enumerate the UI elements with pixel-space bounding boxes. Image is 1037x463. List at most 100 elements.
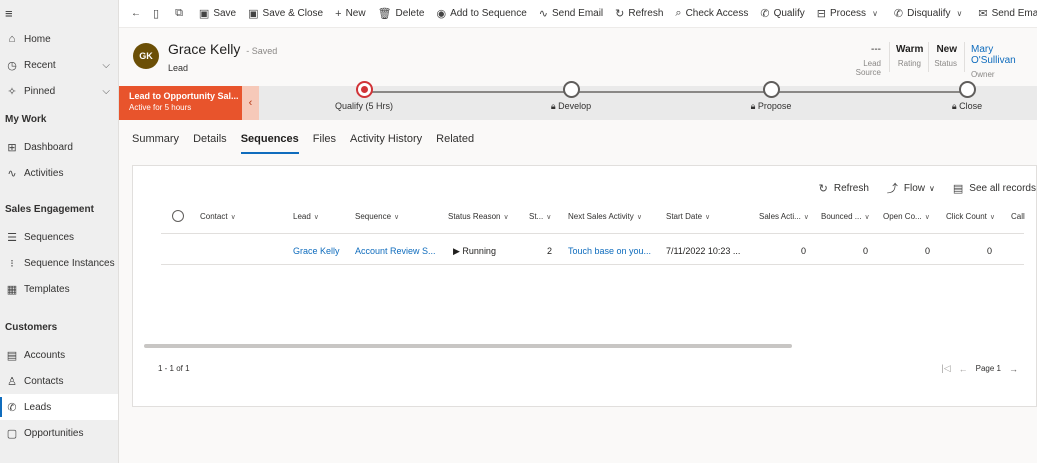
sidebar-item-opportunities[interactable]: ▢ Opportunities: [0, 420, 118, 446]
chevron-down-icon: ∨: [705, 214, 711, 221]
dashboard-icon: ⊞: [7, 141, 17, 154]
tab-activity-history[interactable]: Activity History: [350, 128, 422, 154]
page-number: Page 1: [975, 364, 1001, 373]
list-icon: ☰: [7, 231, 17, 244]
prev-page-icon[interactable]: ←: [959, 364, 968, 374]
cell-sequence-link[interactable]: Account Review S...: [355, 246, 436, 256]
form-view-button[interactable]: ▯: [147, 0, 169, 27]
sequences-subgrid: ↻ Refresh ⤴ Flow ∨ ▤ See all records Contact…: [132, 165, 1037, 407]
stage-propose[interactable]: 🔒︎ Propose: [731, 81, 811, 112]
tab-files[interactable]: Files: [313, 128, 336, 154]
sequence-icon: ⁝: [10, 257, 14, 270]
stage-close[interactable]: 🔒︎ Close: [937, 81, 997, 112]
column-header-status-reason[interactable]: Status Reason ∨: [448, 212, 509, 226]
sidebar-item-pinned[interactable]: ✧ Pinned ⌵: [0, 78, 118, 104]
back-button[interactable]: ←: [125, 0, 147, 27]
column-header-click-count[interactable]: Click Count ∨: [946, 212, 995, 226]
trash-icon: 🗑︎: [377, 8, 392, 20]
sidebar-item-dashboard[interactable]: ⊞ Dashboard: [0, 134, 118, 160]
document-icon: ▯: [153, 8, 160, 20]
new-button[interactable]: + New: [329, 0, 371, 27]
save-status: - Saved: [246, 46, 278, 56]
save-button[interactable]: ▣ Save: [193, 0, 242, 27]
column-header-lead[interactable]: Lead ∨: [293, 212, 319, 226]
column-header-step[interactable]: St... ∨: [529, 212, 551, 226]
chevron-down-icon: ∨: [636, 214, 642, 221]
building-icon: ▤: [6, 349, 18, 362]
stage-develop[interactable]: 🔒︎ Develop: [531, 81, 611, 112]
phone-icon: ✆: [7, 401, 17, 414]
column-header-sales-activity[interactable]: Sales Acti... ∨: [759, 212, 809, 226]
check-access-button[interactable]: ⌕ Check Access: [669, 0, 754, 27]
chevron-down-icon: ∨: [929, 183, 935, 193]
chevron-down-icon[interactable]: ⌵: [102, 86, 110, 97]
horizontal-scrollbar[interactable]: [144, 344, 792, 348]
chevron-down-icon: ∨: [394, 214, 400, 221]
page-title: Grace Kelly - Saved: [168, 41, 278, 57]
hamburger-icon[interactable]: ≡: [0, 0, 118, 26]
save-icon: ▣: [198, 8, 210, 20]
open-new-window-button[interactable]: ⧉: [169, 0, 193, 27]
sidebar-item-label: Contacts: [24, 375, 64, 387]
grid-refresh-button[interactable]: ↻ Refresh: [819, 182, 869, 195]
refresh-icon: ↻: [615, 8, 625, 20]
sidebar-item-accounts[interactable]: ▤ Accounts: [0, 342, 118, 368]
tab-summary[interactable]: Summary: [132, 128, 179, 154]
cell-step: 2: [547, 246, 553, 256]
sidebar-item-label: Home: [24, 33, 51, 45]
disqualify-button[interactable]: ✆ Disqualify ∨: [888, 0, 968, 27]
header-field-rating[interactable]: Warm Rating: [896, 44, 923, 68]
process-button[interactable]: ⊟ Process ∨: [811, 0, 884, 27]
tab-related[interactable]: Related: [436, 128, 474, 154]
tab-details[interactable]: Details: [193, 128, 227, 154]
sidebar-item-home[interactable]: ⌂ Home: [0, 26, 118, 52]
sidebar-item-sequences[interactable]: ☰ Sequences: [0, 224, 118, 250]
bpf-process-flyout[interactable]: Lead to Opportunity Sal... Active for 5 …: [119, 86, 242, 120]
column-header-open-count[interactable]: Open Co... ∨: [883, 212, 930, 226]
column-header-call[interactable]: Call: [1011, 212, 1025, 226]
header-field-owner[interactable]: Mary O'Sullivan Owner: [971, 44, 1037, 79]
bpf-collapse-button[interactable]: ‹: [242, 86, 259, 120]
cell-bounced: 0: [863, 246, 869, 256]
save-close-button[interactable]: ▣ Save & Close: [242, 0, 329, 27]
pin-icon: ✧: [7, 85, 17, 98]
chevron-down-icon: ∨: [872, 9, 878, 18]
sidebar-item-templates[interactable]: ▦ Templates: [0, 276, 118, 302]
sidebar-item-recent[interactable]: ◷ Recent ⌵: [0, 52, 118, 78]
add-to-sequence-button[interactable]: ◉ Add to Sequence: [430, 0, 532, 27]
column-header-next-sales-activity[interactable]: Next Sales Activity ∨: [568, 212, 642, 226]
tab-sequences[interactable]: Sequences: [240, 128, 299, 154]
delete-button[interactable]: 🗑︎ Delete: [372, 0, 431, 27]
column-header-contact[interactable]: Contact ∨: [200, 212, 236, 226]
sequence-target-icon: ◉: [436, 8, 447, 20]
section-title-sales-engagement: Sales Engagement: [5, 203, 94, 215]
qualify-button[interactable]: ✆ Qualify: [754, 0, 810, 27]
column-header-start-date[interactable]: Start Date ∨: [666, 212, 710, 226]
refresh-button[interactable]: ↻ Refresh: [609, 0, 669, 27]
record-header: GK Grace Kelly - Saved Lead --- Lead Sour…: [119, 28, 1037, 84]
first-page-icon[interactable]: |◁: [941, 363, 950, 374]
sidebar-item-activities[interactable]: ∿ Activities: [0, 160, 118, 186]
send-email-button[interactable]: ∿ Send Email: [533, 0, 609, 27]
see-all-records-button[interactable]: ▤ See all records: [953, 182, 1036, 195]
select-all-checkbox[interactable]: [172, 210, 184, 222]
column-header-bounced[interactable]: Bounced ... ∨: [821, 212, 870, 226]
sidebar-item-sequence-instances[interactable]: ⁝ Sequence Instances: [0, 250, 118, 276]
cell-lead-link[interactable]: Grace Kelly: [293, 246, 340, 256]
header-field-lead-source[interactable]: --- Lead Source: [841, 44, 881, 77]
bpf-active-duration: Active for 5 hours: [129, 103, 192, 112]
header-field-status[interactable]: New Status: [933, 44, 957, 68]
send-email-button-2[interactable]: ✉Send Email: [972, 0, 1037, 27]
sidebar-item-contacts[interactable]: ♙ Contacts: [0, 368, 118, 394]
pager: |◁ ← Page 1 →: [941, 363, 1026, 374]
plus-icon: +: [335, 7, 342, 20]
cell-next-activity-link[interactable]: Touch base on you...: [568, 246, 651, 256]
next-page-icon[interactable]: →: [1009, 364, 1018, 374]
column-header-sequence[interactable]: Sequence ∨: [355, 212, 399, 226]
stage-qualify[interactable]: Qualify (5 Hrs): [324, 81, 404, 111]
sidebar-item-leads[interactable]: ✆ Leads: [0, 394, 118, 420]
grid-flow-button[interactable]: ⤴ Flow ∨: [887, 180, 935, 196]
chevron-down-icon[interactable]: ⌵: [102, 60, 110, 71]
chevron-down-icon: ∨: [230, 214, 236, 221]
chevron-down-icon: ∨: [924, 214, 930, 221]
